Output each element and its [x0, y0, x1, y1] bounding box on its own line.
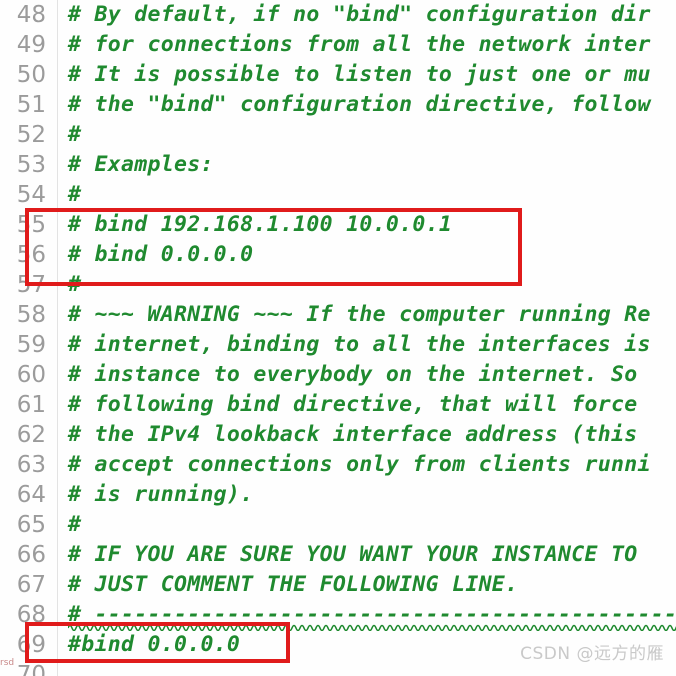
line-number: 60 — [16, 362, 46, 388]
corner-artifact: rsd — [0, 658, 15, 668]
line-code-text[interactable]: # accept connections only from clients r… — [68, 450, 651, 480]
code-line[interactable]: 49 # for connections from all the network… — [0, 30, 676, 60]
line-number: 52 — [16, 122, 46, 148]
code-line[interactable]: 51 # the "bind" configuration directive, … — [0, 90, 676, 120]
code-line[interactable]: 57 # — [0, 270, 676, 300]
code-line[interactable]: 52 # — [0, 120, 676, 150]
code-line[interactable]: 50 # It is possible to listen to just one… — [0, 60, 676, 90]
line-number: 54 — [16, 182, 46, 208]
line-code-text[interactable]: # IF YOU ARE SURE YOU WANT YOUR INSTANCE… — [68, 540, 651, 570]
line-number: 57 — [16, 272, 46, 298]
code-line[interactable]: 65 # — [0, 510, 676, 540]
code-line[interactable]: 59 # internet, binding to all the interfa… — [0, 330, 676, 360]
line-code-text[interactable]: # for connections from all the network i… — [68, 30, 651, 60]
code-line[interactable]: 63 # accept connections only from clients… — [0, 450, 676, 480]
code-line[interactable]: 60 # instance to everybody on the interne… — [0, 360, 676, 390]
line-code-text[interactable]: # — [68, 270, 81, 300]
line-number: 62 — [16, 422, 46, 448]
line-number: 59 — [16, 332, 46, 358]
line-number: 65 — [16, 512, 46, 538]
code-line[interactable]: 58 # ~~~ WARNING ~~~ If the computer runn… — [0, 300, 676, 330]
code-line[interactable]: 66 # IF YOU ARE SURE YOU WANT YOUR INSTAN… — [0, 540, 676, 570]
code-line[interactable]: 56 # bind 0.0.0.0 — [0, 240, 676, 270]
line-number: 55 — [16, 212, 46, 238]
line-code-text[interactable]: # — [68, 180, 81, 210]
code-line[interactable]: 62 # the IPv4 lookback interface address … — [0, 420, 676, 450]
code-line[interactable]: 48 # By default, if no "bind" configurati… — [0, 0, 676, 30]
line-code-text[interactable]: # is running). — [68, 480, 253, 510]
line-code-text[interactable]: # — [68, 510, 81, 540]
line-number: 66 — [16, 542, 46, 568]
line-code-text[interactable]: # --------------------------------------… — [68, 600, 676, 630]
code-line[interactable]: 54 # — [0, 180, 676, 210]
line-code-text[interactable]: # It is possible to listen to just one o… — [68, 60, 651, 90]
line-code-text[interactable]: # internet, binding to all the interface… — [68, 330, 651, 360]
line-code-text[interactable]: # the IPv4 lookback interface address (t… — [68, 420, 651, 450]
code-line[interactable]: 64 # is running). — [0, 480, 676, 510]
line-code-text[interactable]: #bind 0.0.0.0 — [68, 630, 240, 660]
line-code-text[interactable]: # — [68, 120, 81, 150]
line-number: 51 — [16, 92, 46, 118]
line-code-text[interactable]: # ~~~ WARNING ~~~ If the computer runnin… — [68, 300, 651, 330]
line-code-text[interactable]: # following bind directive, that will fo… — [68, 390, 651, 420]
line-code-text[interactable]: # JUST COMMENT THE FOLLOWING LINE. — [68, 570, 518, 600]
line-number: 67 — [16, 572, 46, 598]
line-number: 58 — [16, 302, 46, 328]
line-number: 61 — [16, 392, 46, 418]
line-number: 56 — [16, 242, 46, 268]
code-lines-container[interactable]: 48 # By default, if no "bind" configurati… — [0, 0, 676, 676]
line-number: 48 — [16, 2, 46, 28]
line-number: 69 — [16, 632, 46, 658]
line-code-text[interactable]: # Examples: — [68, 150, 214, 180]
code-line[interactable]: 53 # Examples: — [0, 150, 676, 180]
code-line[interactable]: 67 # JUST COMMENT THE FOLLOWING LINE. — [0, 570, 676, 600]
line-number: 63 — [16, 452, 46, 478]
line-code-text[interactable]: # instance to everybody on the internet.… — [68, 360, 651, 390]
csdn-watermark: CSDN @远方的雁 — [520, 644, 664, 664]
line-number: 68 — [16, 602, 46, 628]
line-code-text[interactable]: # the "bind" configuration directive, fo… — [68, 90, 651, 120]
line-code-text[interactable]: # bind 192.168.1.100 10.0.0.1 — [68, 210, 452, 240]
line-code-text[interactable]: # bind 0.0.0.0 — [68, 240, 253, 270]
line-number: 53 — [16, 152, 46, 178]
code-line[interactable]: 55 # bind 192.168.1.100 10.0.0.1 — [0, 210, 676, 240]
line-number: 64 — [16, 482, 46, 508]
code-editor-screenshot: 48 # By default, if no "bind" configurati… — [0, 0, 676, 676]
line-number: 50 — [16, 62, 46, 88]
code-line[interactable]: 61 # following bind directive, that will … — [0, 390, 676, 420]
line-code-text[interactable]: # By default, if no "bind" configuration… — [68, 0, 651, 30]
line-number: 49 — [16, 32, 46, 58]
code-line[interactable]: 68 # ------------------------------------… — [0, 600, 676, 631]
